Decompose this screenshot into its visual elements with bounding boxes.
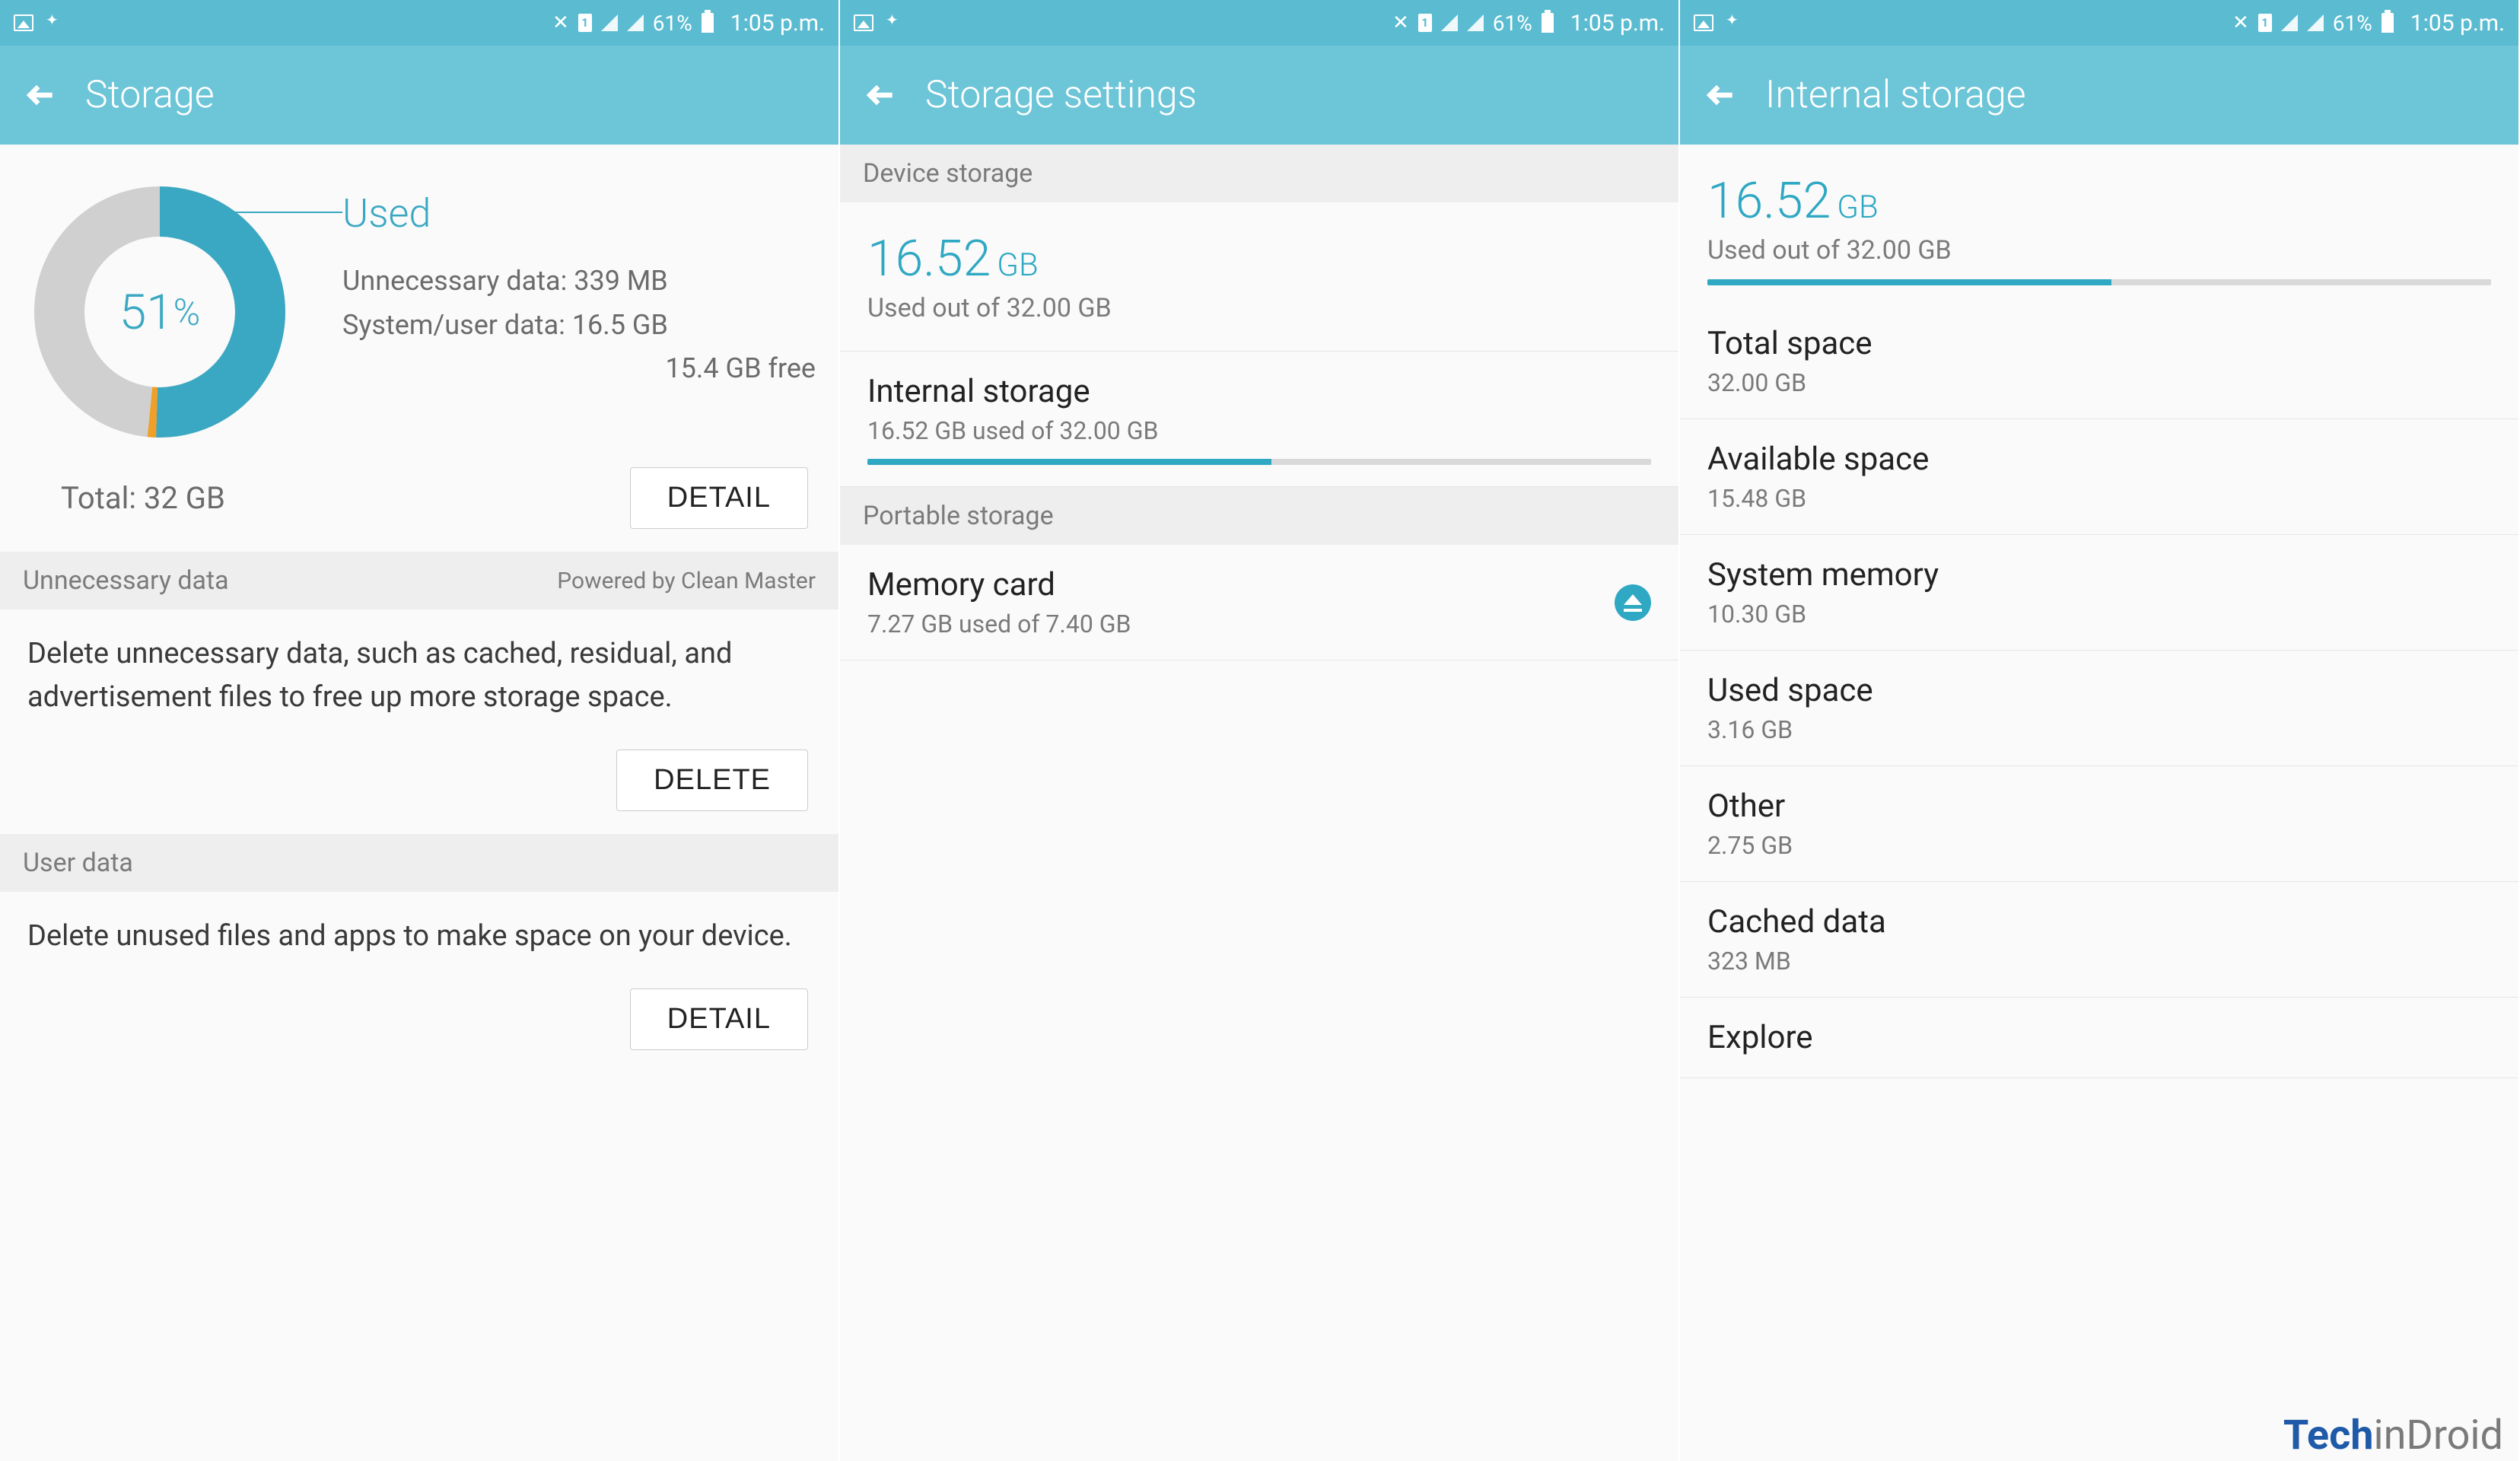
status-bar-3: ✕ 1 61% 1:05 p.m. bbox=[1680, 0, 2518, 46]
status-bar-1: ✕ 1 61% 1:05 p.m. bbox=[0, 0, 838, 46]
mute-icon: ✕ bbox=[2232, 11, 2249, 34]
battery-icon bbox=[2382, 13, 2394, 33]
page-title: Internal storage bbox=[1765, 73, 2026, 117]
chart-line-3: 15.4 GB free bbox=[342, 347, 816, 391]
signal-icon-1 bbox=[1441, 14, 1458, 31]
storage-row-total-space[interactable]: Total space 32.00 GB bbox=[1680, 304, 2518, 419]
storage-row-available-space[interactable]: Available space 15.48 GB bbox=[1680, 419, 2518, 535]
row-sub: 10.30 GB bbox=[1707, 600, 2491, 629]
row-title: Total space bbox=[1707, 325, 2491, 362]
battery-icon bbox=[1542, 13, 1554, 33]
detail-button[interactable]: DETAIL bbox=[630, 467, 808, 529]
status-time: 1:05 p.m. bbox=[2410, 10, 2505, 37]
used-gb-unit: GB bbox=[1837, 189, 1879, 226]
wand-icon bbox=[884, 14, 902, 32]
page-title: Storage bbox=[85, 73, 215, 117]
screenshot-icon bbox=[1694, 14, 1713, 31]
battery-text: 61% bbox=[653, 11, 692, 36]
row-sub: 323 MB bbox=[1707, 947, 2491, 976]
storage-summary: 16.52GB Used out of 32.00 GB bbox=[840, 202, 1678, 352]
back-button[interactable] bbox=[23, 77, 59, 113]
signal-icon-1 bbox=[2281, 14, 2298, 31]
signal-icon-2 bbox=[1467, 14, 1484, 31]
row-title: Other bbox=[1707, 788, 2491, 825]
back-button[interactable] bbox=[1703, 77, 1739, 113]
user-data-description: Delete unused files and apps to make spa… bbox=[0, 892, 838, 981]
signal-icon-1 bbox=[601, 14, 618, 31]
signal-icon-2 bbox=[2307, 14, 2324, 31]
mute-icon: ✕ bbox=[1392, 11, 1409, 34]
used-gb-value: 16.52 bbox=[1707, 172, 1831, 231]
status-time: 1:05 p.m. bbox=[730, 10, 825, 37]
row-title: Explore bbox=[1707, 1019, 2491, 1056]
detail-button-2[interactable]: DETAIL bbox=[630, 988, 808, 1050]
used-label: Used bbox=[342, 190, 816, 237]
storage-chart-section: 51% Used Unnecessary data: 339 MB System… bbox=[0, 145, 838, 467]
header-3: Internal storage bbox=[1680, 46, 2518, 145]
storage-row-system-memory[interactable]: System memory 10.30 GB bbox=[1680, 535, 2518, 651]
internal-progress bbox=[867, 459, 1651, 465]
delete-button[interactable]: DELETE bbox=[616, 750, 808, 811]
device-storage-header: Device storage bbox=[840, 145, 1678, 202]
row-title: System memory bbox=[1707, 556, 2491, 594]
storage-row-explore[interactable]: Explore bbox=[1680, 998, 2518, 1078]
status-bar-2: ✕ 1 61% 1:05 p.m. bbox=[840, 0, 1678, 46]
battery-text: 61% bbox=[2333, 11, 2372, 36]
watermark: TechinDroid bbox=[2283, 1412, 2503, 1459]
section-unnecessary-header: Unnecessary data Powered by Clean Master bbox=[0, 552, 838, 610]
memory-card-sub: 7.27 GB used of 7.40 GB bbox=[867, 610, 1651, 638]
storage-row-cached-data[interactable]: Cached data 323 MB bbox=[1680, 882, 2518, 998]
sim-icon: 1 bbox=[578, 14, 592, 32]
chart-line-1: Unnecessary data: 339 MB bbox=[342, 259, 816, 304]
row-sub: 2.75 GB bbox=[1707, 831, 2491, 860]
used-out-of-text: Used out of 32.00 GB bbox=[867, 293, 1651, 323]
row-title: Used space bbox=[1707, 672, 2491, 709]
signal-icon-2 bbox=[627, 14, 644, 31]
row-title: Cached data bbox=[1707, 903, 2491, 941]
row-title: Available space bbox=[1707, 441, 2491, 478]
screen-storage: ✕ 1 61% 1:05 p.m. Storage 51% bbox=[0, 0, 840, 1461]
used-out-of-text: Used out of 32.00 GB bbox=[1707, 235, 2491, 266]
donut-percent-suffix: % bbox=[173, 291, 200, 334]
back-button[interactable] bbox=[863, 77, 899, 113]
row-sub: 3.16 GB bbox=[1707, 715, 2491, 744]
screenshot-icon bbox=[14, 14, 33, 31]
wand-icon bbox=[1724, 14, 1742, 32]
page-title: Storage settings bbox=[925, 73, 1197, 117]
battery-text: 61% bbox=[1493, 11, 1532, 36]
mute-icon: ✕ bbox=[552, 11, 569, 34]
s3-summary: 16.52GB Used out of 32.00 GB bbox=[1680, 145, 2518, 266]
memory-card-item[interactable]: Memory card 7.27 GB used of 7.40 GB bbox=[840, 545, 1678, 660]
storage-row-used-space[interactable]: Used space 3.16 GB bbox=[1680, 651, 2518, 766]
wand-icon bbox=[44, 14, 62, 32]
row-sub: 15.48 GB bbox=[1707, 484, 2491, 513]
unnecessary-description: Delete unnecessary data, such as cached,… bbox=[0, 610, 838, 742]
sim-icon: 1 bbox=[1418, 14, 1432, 32]
internal-progress bbox=[1707, 279, 2491, 285]
donut-chart: 51% bbox=[23, 175, 297, 452]
battery-icon bbox=[702, 13, 714, 33]
used-gb-value: 16.52 bbox=[867, 230, 991, 288]
used-gb-unit: GB bbox=[997, 247, 1039, 284]
screen-internal-storage: ✕ 1 61% 1:05 p.m. Internal storage 16.52… bbox=[1680, 0, 2520, 1461]
sim-icon: 1 bbox=[2258, 14, 2272, 32]
total-text: Total: 32 GB bbox=[61, 480, 225, 516]
screen-storage-settings: ✕ 1 61% 1:05 p.m. Storage settings Devic… bbox=[840, 0, 1680, 1461]
internal-storage-sub: 16.52 GB used of 32.00 GB bbox=[867, 416, 1651, 445]
section-user-header: User data bbox=[0, 834, 838, 892]
powered-by-text: Powered by Clean Master bbox=[557, 568, 816, 594]
status-time: 1:05 p.m. bbox=[1570, 10, 1665, 37]
internal-storage-item[interactable]: Internal storage 16.52 GB used of 32.00 … bbox=[840, 352, 1678, 487]
row-sub: 32.00 GB bbox=[1707, 368, 2491, 397]
chart-line-2: System/user data: 16.5 GB bbox=[342, 304, 816, 348]
donut-percent: 51 bbox=[119, 284, 173, 341]
screenshot-icon bbox=[854, 14, 873, 31]
header-1: Storage bbox=[0, 46, 838, 145]
storage-row-other[interactable]: Other 2.75 GB bbox=[1680, 766, 2518, 882]
memory-card-title: Memory card bbox=[867, 566, 1651, 603]
portable-storage-header: Portable storage bbox=[840, 487, 1678, 545]
internal-storage-title: Internal storage bbox=[867, 373, 1651, 410]
header-2: Storage settings bbox=[840, 46, 1678, 145]
eject-icon[interactable] bbox=[1615, 584, 1651, 621]
